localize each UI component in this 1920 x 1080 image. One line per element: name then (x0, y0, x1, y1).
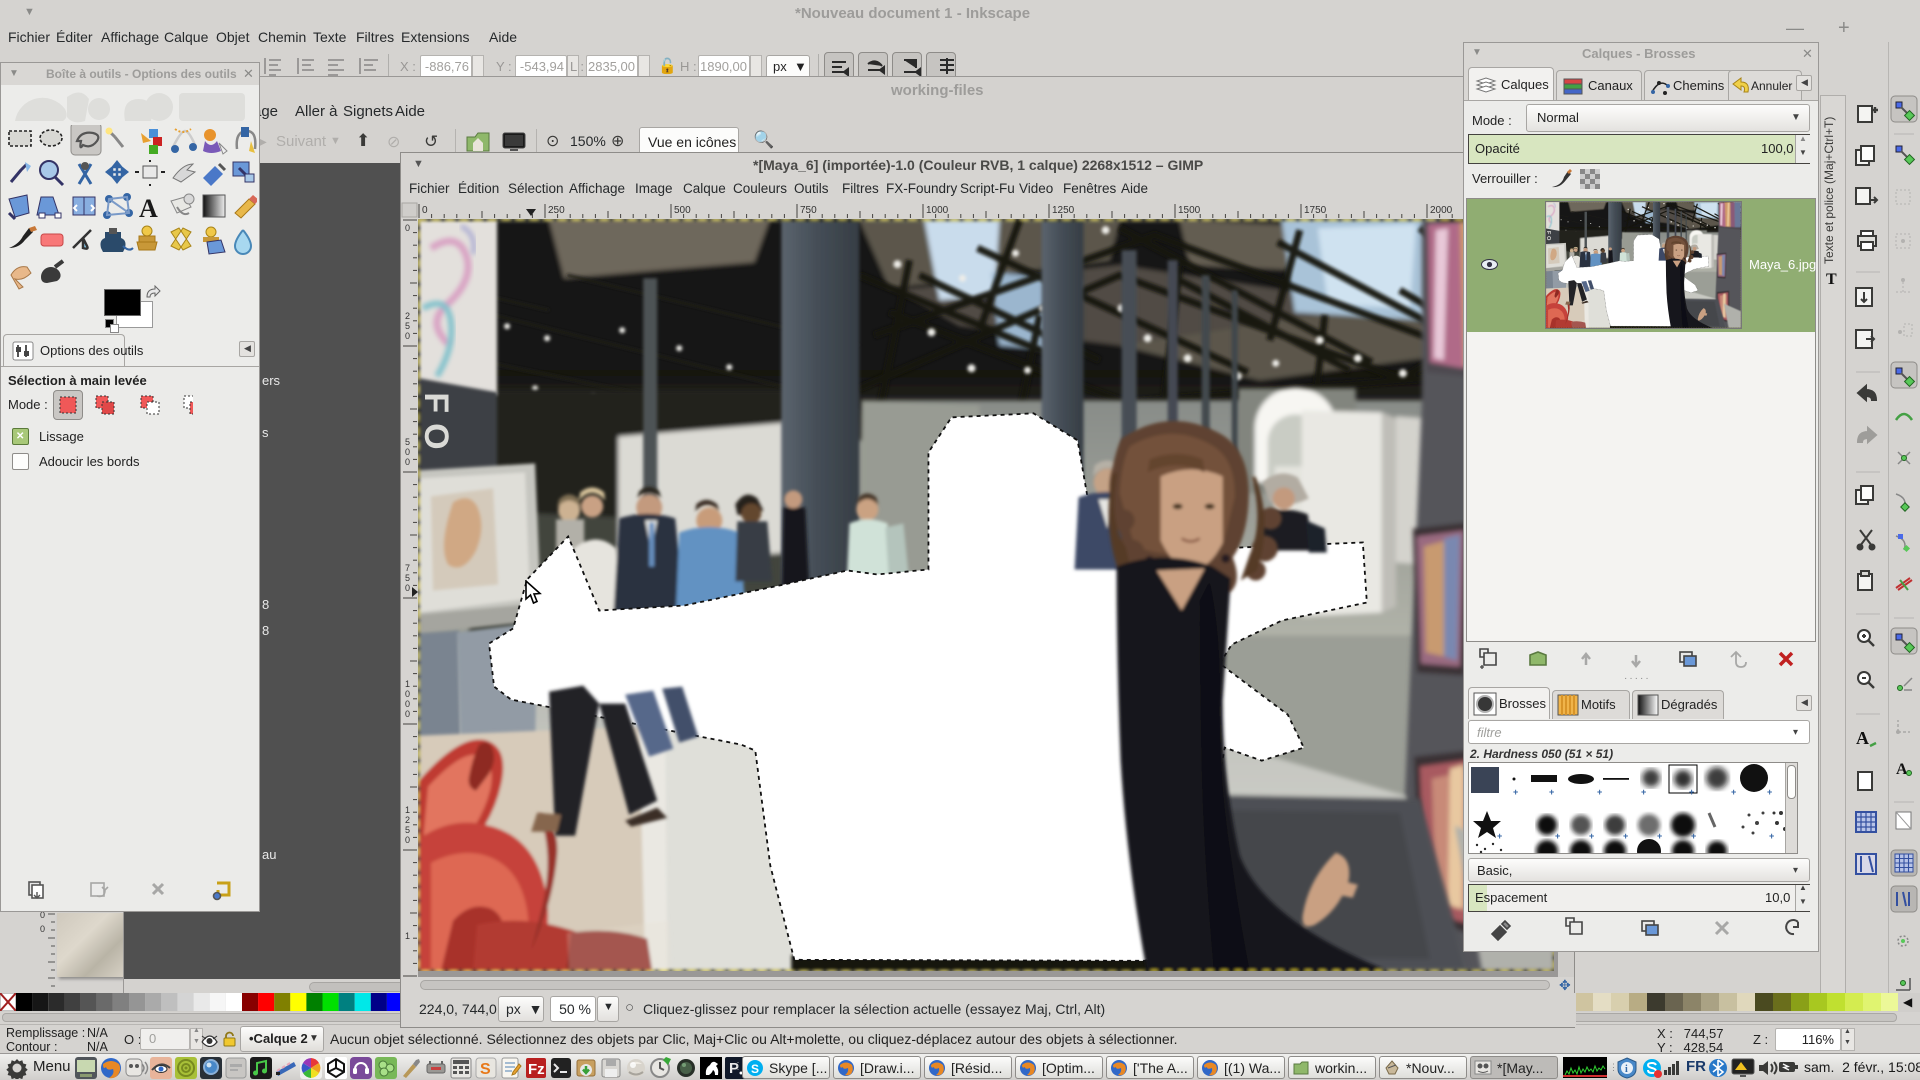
svg-text:2: 2 (405, 815, 410, 825)
svg-text:+: + (1497, 831, 1502, 841)
svg-text:1250: 1250 (1052, 205, 1075, 216)
svg-text:5: 5 (405, 437, 410, 447)
svg-text:5: 5 (405, 825, 410, 835)
svg-text:0: 0 (405, 583, 410, 593)
svg-text:+: + (1555, 831, 1560, 841)
svg-text:A: A (1856, 728, 1869, 748)
svg-text:7: 7 (405, 563, 410, 573)
svg-text:+: + (1597, 787, 1602, 797)
svg-text:i: i (1625, 1064, 1628, 1075)
svg-text:Fz: Fz (528, 1061, 545, 1078)
svg-text:0: 0 (405, 457, 410, 467)
svg-text:2: 2 (405, 311, 410, 321)
svg-text:1: 1 (405, 679, 410, 689)
svg-text:1: 1 (405, 805, 410, 815)
svg-text:S: S (480, 1061, 491, 1078)
svg-text:FO: FO (418, 392, 455, 459)
svg-text:+: + (1623, 831, 1628, 841)
svg-text:+: + (1589, 831, 1594, 841)
svg-text:+: + (1689, 787, 1694, 797)
svg-text:0: 0 (405, 699, 410, 709)
svg-text:+: + (1549, 787, 1554, 797)
svg-text:0: 0 (405, 331, 410, 341)
svg-text:0: 0 (40, 924, 45, 934)
svg-text:+: + (1769, 831, 1774, 841)
svg-text:+: + (1731, 787, 1736, 797)
svg-text:750: 750 (800, 205, 817, 216)
svg-text:1750: 1750 (1304, 205, 1327, 216)
svg-text:5: 5 (405, 321, 410, 331)
svg-text:1500: 1500 (1178, 205, 1201, 216)
svg-text:0: 0 (405, 835, 410, 845)
svg-text:1: 1 (405, 931, 410, 941)
svg-text:5: 5 (405, 573, 410, 583)
svg-text:0: 0 (422, 205, 428, 216)
svg-text:+: + (1657, 831, 1662, 841)
svg-text:+: + (1641, 787, 1646, 797)
svg-text:+: + (1513, 787, 1518, 797)
svg-text:500: 500 (674, 205, 691, 216)
svg-text:+: + (1691, 831, 1696, 841)
svg-text:+: + (1767, 787, 1772, 797)
svg-text:A: A (139, 194, 158, 223)
svg-text:2000: 2000 (1430, 205, 1453, 216)
svg-text:0: 0 (405, 689, 410, 699)
svg-text:0: 0 (405, 447, 410, 457)
svg-text:250: 250 (548, 205, 565, 216)
svg-text:A: A (1896, 761, 1908, 778)
svg-text:S: S (751, 1062, 759, 1076)
svg-text:0: 0 (405, 223, 410, 233)
svg-text:0: 0 (40, 912, 45, 920)
svg-text:1000: 1000 (926, 205, 949, 216)
svg-text:FO: FO (1546, 231, 1551, 242)
svg-text:0: 0 (405, 709, 410, 719)
